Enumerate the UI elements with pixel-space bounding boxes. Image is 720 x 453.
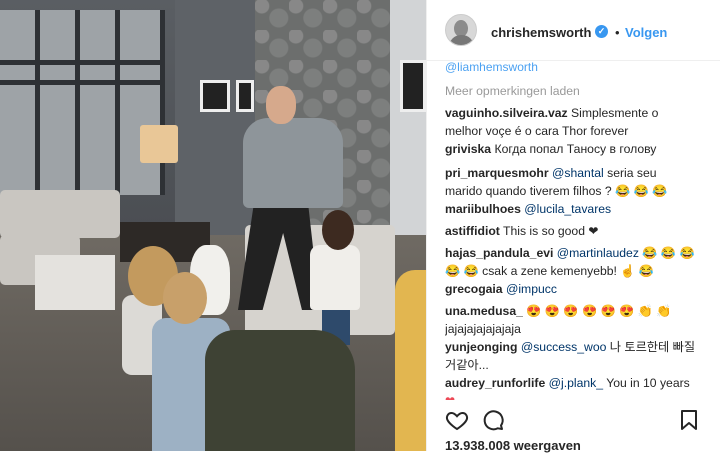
comment-text: 나 토르한테 빠질 — [609, 340, 696, 354]
scene-lamp — [140, 125, 178, 163]
comment-text: jajajajajajajaja — [445, 322, 521, 336]
comment-username[interactable]: vaguinho.silveira.vaz — [445, 106, 568, 120]
comment-username[interactable]: una.medusa_ — [445, 304, 523, 318]
comment-mention[interactable]: @j.plank_ — [549, 376, 603, 390]
comment-text: 😂 😂 😂 — [642, 246, 695, 260]
comment-username[interactable]: griviska — [445, 142, 491, 156]
comment-mention[interactable]: @martinlaudez — [557, 246, 639, 260]
post-dialog: chrishemsworth ✓ • Volgen @liamhemsworth… — [0, 0, 720, 453]
separator-dot: • — [615, 25, 620, 40]
scene-picture-frame — [200, 80, 230, 112]
comment-mention[interactable]: @lucila_tavares — [524, 202, 611, 216]
comment: una.medusa_ 😍 😍 😍 😍 😍 😍 👏 👏 jajajajajaja… — [445, 302, 707, 338]
comment-text: You in 10 years — [606, 376, 690, 390]
scene-picture-frame — [236, 80, 254, 112]
verified-badge-icon: ✓ — [595, 25, 608, 38]
heart-icon[interactable] — [445, 408, 469, 432]
comment: grecogaia @impucc — [445, 280, 707, 298]
comment-text: ❤ — [445, 394, 455, 400]
post-sidebar: chrishemsworth ✓ • Volgen @liamhemsworth… — [426, 0, 720, 453]
comment-text: seria seu — [607, 166, 657, 180]
action-bar — [445, 408, 705, 434]
username-link[interactable]: chrishemsworth — [491, 25, 591, 40]
comment: vaguinho.silveira.vaz Simplesmente o mel… — [445, 104, 707, 140]
comment-username[interactable]: mariibulhoes — [445, 202, 521, 216]
post-header: chrishemsworth ✓ • Volgen — [427, 0, 720, 61]
comment-text: This is so good ❤ — [503, 224, 599, 238]
comment: griviska Когда попал Таносу в голову — [445, 140, 707, 158]
scene-ottoman — [35, 255, 115, 310]
comment-text: 😍 😍 😍 😍 😍 😍 👏 👏 — [526, 304, 672, 318]
cut-off-mention[interactable]: @liamhemsworth — [445, 60, 538, 76]
comment-text: 거같아... — [445, 358, 489, 372]
comment: audrey_runforlife @j.plank_ You in 10 ye… — [445, 374, 707, 400]
scene-boy-hair — [163, 272, 207, 324]
comment-text: 😂 😂 csak a zene kemenyebb! ☝ 😂 — [445, 264, 655, 278]
comment-username[interactable]: yunjeonging — [445, 340, 517, 354]
comment: pri_marquesmohr @shantal seria seu marid… — [445, 164, 707, 200]
scene-window — [0, 10, 165, 195]
scene-sofa — [0, 190, 120, 238]
comment-icon[interactable] — [481, 408, 505, 432]
load-more-comments-link[interactable]: Meer opmerkingen laden — [445, 82, 580, 100]
comment-text: melhor voçe é o cara Thor forever — [445, 124, 629, 138]
scene-picture-frame — [400, 60, 426, 112]
scene-girl-hair — [322, 210, 354, 250]
comment: mariibulhoes @lucila_tavares — [445, 200, 707, 218]
bookmark-icon[interactable] — [677, 408, 701, 432]
comment: astiffidiot This is so good ❤ — [445, 222, 707, 240]
comment: yunjeonging @success_woo 나 토르한테 빠질 거같아..… — [445, 338, 707, 374]
scene-jacket-on-chair — [205, 330, 355, 451]
video-player[interactable] — [0, 0, 426, 451]
comment-mention[interactable]: @shantal — [552, 166, 604, 180]
comment-username[interactable]: audrey_runforlife — [445, 376, 545, 390]
comment: hajas_pandula_evi @martinlaudez 😂 😂 😂 😂 … — [445, 244, 707, 280]
comment-username[interactable]: hajas_pandula_evi — [445, 246, 553, 260]
scene-yellow-chair — [395, 270, 426, 451]
scene-man-hoodie — [243, 118, 343, 208]
follow-button[interactable]: Volgen — [625, 25, 667, 40]
avatar[interactable] — [445, 14, 477, 46]
comment-username[interactable]: astiffidiot — [445, 224, 500, 238]
comment-text: Когда попал Таносу в голову — [494, 142, 657, 156]
scene-girl-body — [310, 245, 360, 310]
comment-text: Simplesmente o — [571, 106, 659, 120]
scene-man-head — [266, 86, 296, 124]
comment-text: marido quando tiverem filhos ? 😂 😂 😂 — [445, 184, 668, 198]
comment-list[interactable]: @liamhemsworth Meer opmerkingen laden va… — [445, 60, 707, 400]
comment-username[interactable]: pri_marquesmohr — [445, 166, 549, 180]
comment-mention[interactable]: @success_woo — [521, 340, 607, 354]
comment-mention[interactable]: @impucc — [506, 282, 557, 296]
comment-username[interactable]: grecogaia — [445, 282, 503, 296]
